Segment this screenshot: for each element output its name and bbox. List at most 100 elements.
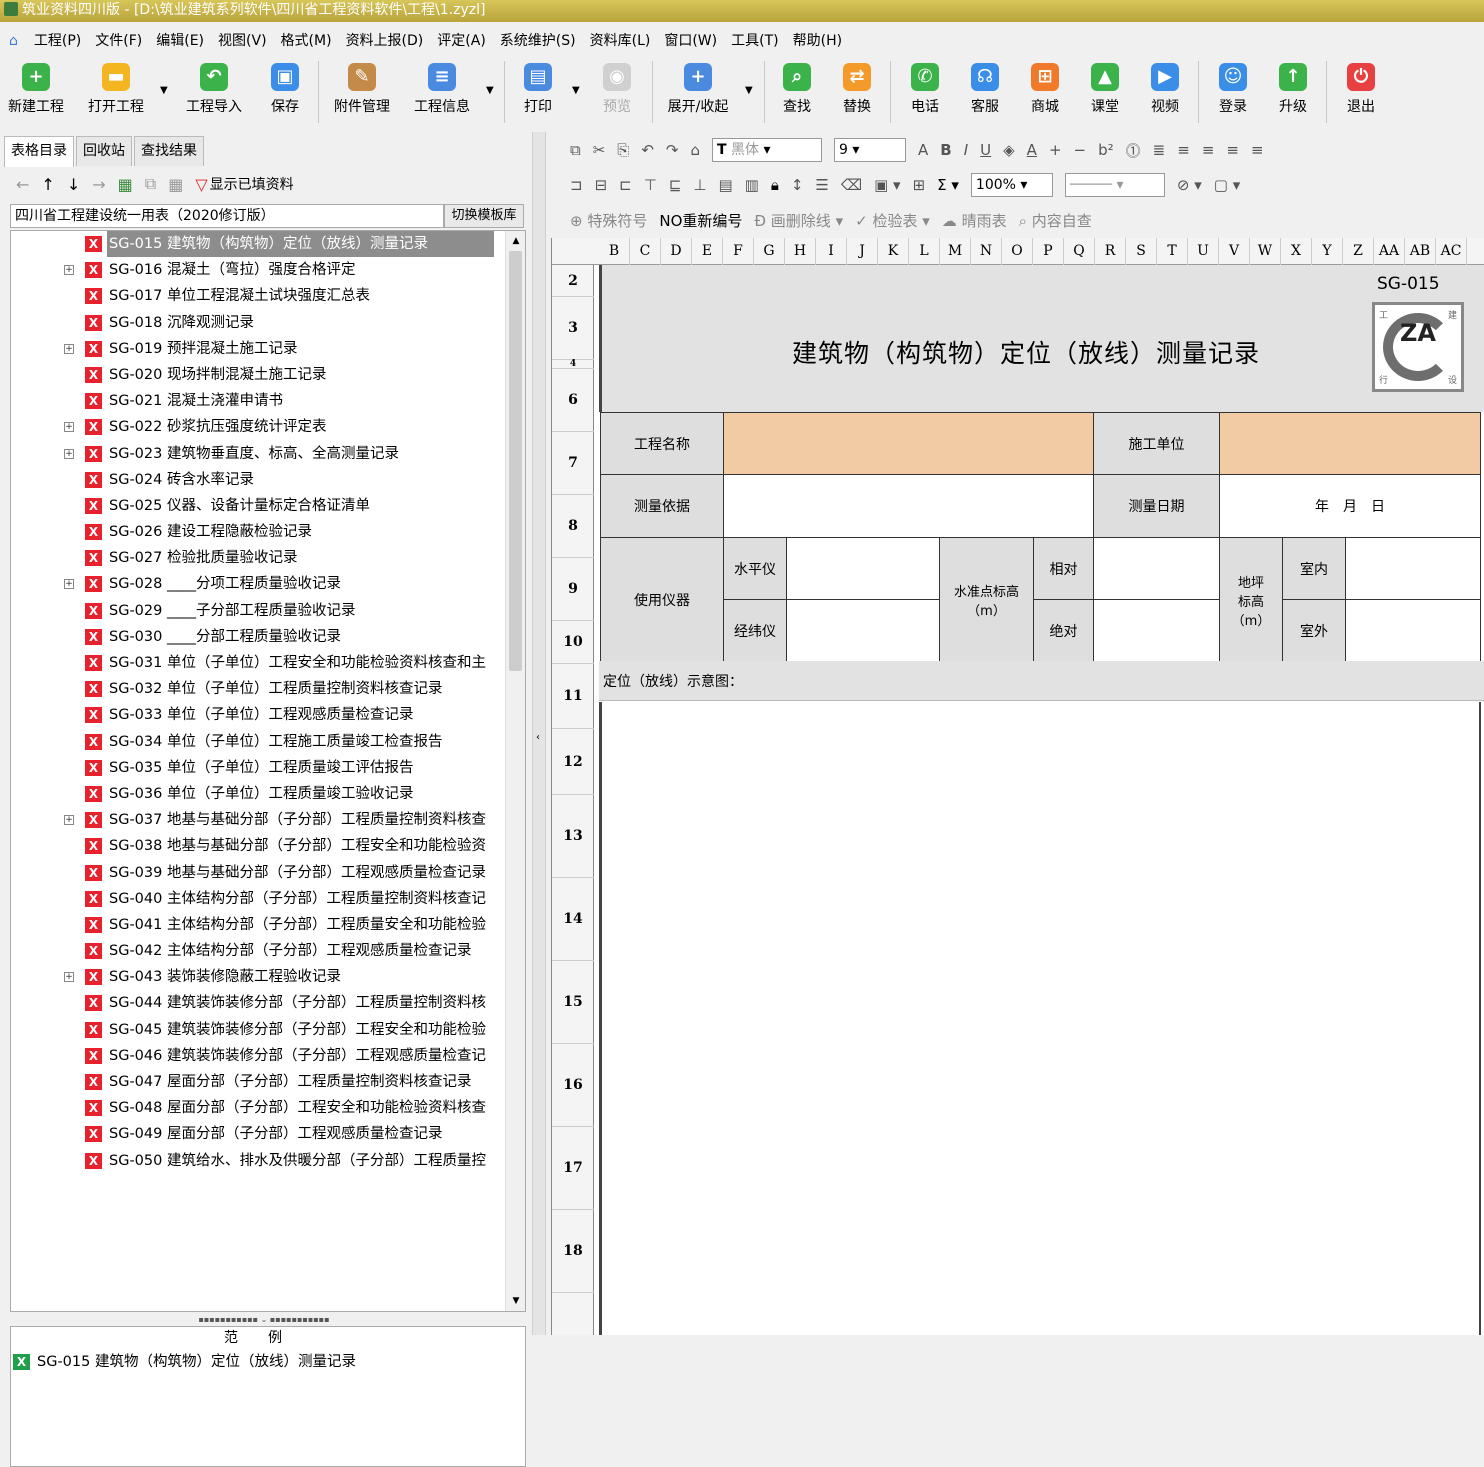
column-header[interactable]: B: [599, 238, 630, 265]
box-icon[interactable]: ▢ ▾: [1214, 176, 1240, 194]
copy-icon[interactable]: ⧉: [570, 141, 581, 159]
row-header[interactable]: 11: [552, 664, 594, 729]
align-center-icon[interactable]: ≡: [1202, 141, 1215, 159]
import-project-button[interactable]: ↶ 工程导入: [182, 55, 246, 127]
exit-button[interactable]: ⏻ 退出: [1338, 55, 1384, 127]
tree-item[interactable]: X SG-030 ____分部工程质量验收记录: [11, 624, 505, 650]
remove-icon[interactable]: −: [1074, 141, 1087, 159]
show-filled-toggle[interactable]: 显示已填资料: [210, 174, 294, 194]
self-check-button[interactable]: ⌕ 内容自查: [1019, 210, 1092, 231]
row-header[interactable]: 7: [552, 432, 594, 495]
indent-icon[interactable]: ⊐: [570, 176, 583, 194]
bold-icon[interactable]: B: [940, 141, 951, 159]
row-header[interactable]: 4: [552, 360, 594, 369]
tree-item[interactable]: + X SG-019 预拌混凝土施工记录: [11, 336, 505, 362]
tree-item[interactable]: X SG-029 ____子分部工程质量验收记录: [11, 598, 505, 624]
tree-item[interactable]: X SG-050 建筑给水、排水及供暖分部（子分部）工程质量控: [11, 1148, 505, 1174]
diagram-area[interactable]: [599, 702, 1481, 1335]
special-symbol-button[interactable]: ⊕ 特殊符号: [570, 210, 647, 231]
row-header[interactable]: 3: [552, 297, 594, 360]
column-header[interactable]: U: [1188, 238, 1219, 265]
tree-item[interactable]: X SG-042 主体结构分部（子分部）工程观感质量检查记录: [11, 938, 505, 964]
row-header[interactable]: 17: [552, 1127, 594, 1210]
home-icon[interactable]: ⌂: [2, 29, 25, 53]
scroll-thumb[interactable]: [509, 251, 522, 671]
line-spacing-icon[interactable]: ↕: [791, 176, 804, 194]
column-header[interactable]: N: [971, 238, 1002, 265]
expand-icon[interactable]: +: [64, 972, 74, 983]
attachments-button[interactable]: ✎ 附件管理: [330, 55, 394, 127]
project-info-button[interactable]: ≡ 工程信息: [410, 55, 474, 127]
center-icon[interactable]: ⊥: [693, 176, 706, 194]
row-header[interactable]: 9: [552, 558, 594, 621]
tree-item[interactable]: + X SG-023 建筑物垂直度、标高、全高测量记录: [11, 441, 505, 467]
column-header[interactable]: H: [785, 238, 816, 265]
column-header[interactable]: AB: [1405, 238, 1436, 265]
align-left-icon[interactable]: ≡: [1177, 141, 1190, 159]
tree-item[interactable]: X SG-039 地基与基础分部（子分部）工程观感质量检查记录: [11, 860, 505, 886]
tree-item[interactable]: X SG-041 主体结构分部（子分部）工程质量安全和功能检验: [11, 912, 505, 938]
merge-icon[interactable]: ⊟: [595, 176, 608, 194]
tree-item[interactable]: + X SG-037 地基与基础分部（子分部）工程质量控制资料核查: [11, 807, 505, 833]
column-header[interactable]: C: [630, 238, 661, 265]
login-button[interactable]: ☺ 登录: [1210, 55, 1256, 127]
mall-button[interactable]: ⊞ 商城: [1022, 55, 1068, 127]
font-color-icon[interactable]: A: [1027, 141, 1037, 159]
cut-icon[interactable]: ✂: [593, 141, 606, 159]
column-header[interactable]: L: [909, 238, 940, 265]
redo-icon[interactable]: ↷: [666, 141, 679, 159]
row-header[interactable]: 18: [552, 1210, 594, 1293]
row-header[interactable]: 14: [552, 878, 594, 961]
zoom-select[interactable]: 100% ▾: [970, 173, 1053, 197]
tab-recycle[interactable]: 回收站: [76, 136, 132, 166]
column-header[interactable]: V: [1219, 238, 1250, 265]
column-header[interactable]: Y: [1312, 238, 1343, 265]
format-painter-icon[interactable]: ⌂: [690, 141, 700, 159]
tree-item[interactable]: + X SG-022 砂浆抗压强度统计评定表: [11, 414, 505, 440]
tree-item[interactable]: X SG-033 单位（子单位）工程观感质量检查记录: [11, 702, 505, 728]
open-dropdown-icon[interactable]: ▼: [160, 85, 168, 96]
menu-help[interactable]: 帮助(H): [786, 29, 849, 53]
replace-button[interactable]: ⇄ 替换: [834, 55, 880, 127]
service-button[interactable]: ☊ 客服: [962, 55, 1008, 127]
row-header[interactable]: 2: [552, 265, 594, 297]
align-justify-icon[interactable]: ≡: [1251, 141, 1264, 159]
tree-item[interactable]: X SG-049 屋面分部（子分部）工程观感质量检查记录: [11, 1121, 505, 1147]
column-header[interactable]: O: [1002, 238, 1033, 265]
column-header[interactable]: Z: [1343, 238, 1374, 265]
column-header[interactable]: K: [878, 238, 909, 265]
inspection-button[interactable]: ✓ 检验表 ▾: [855, 210, 930, 231]
menu-report[interactable]: 资料上报(D): [339, 29, 431, 53]
column-header[interactable]: AA: [1374, 238, 1405, 265]
indoor-field[interactable]: [1345, 537, 1481, 600]
sum-icon[interactable]: Σ ▾: [937, 176, 959, 194]
tree-item[interactable]: X SG-020 现场拌制混凝土施工记录: [11, 362, 505, 388]
filter-icon[interactable]: ▽: [195, 175, 207, 194]
absolute-field[interactable]: [1093, 599, 1220, 663]
tree-item[interactable]: + X SG-028 ____分项工程质量验收记录: [11, 571, 505, 597]
menu-system[interactable]: 系统维护(S): [493, 29, 583, 53]
weather-button[interactable]: ☁ 晴雨表: [942, 210, 1007, 231]
tree-item[interactable]: X SG-026 建设工程隐蔽检验记录: [11, 519, 505, 545]
level-field[interactable]: [786, 537, 940, 600]
column-header[interactable]: AC: [1436, 238, 1467, 265]
grid-icon[interactable]: ▦: [168, 175, 183, 194]
list-icon[interactable]: ☰: [815, 176, 828, 194]
panel-splitter[interactable]: ▪▪▪▪▪▪▪▪▪▪▪ ⌄ ▪▪▪▪▪▪▪▪▪▪▪: [164, 1316, 364, 1324]
tree-item[interactable]: X SG-024 砖含水率记录: [11, 467, 505, 493]
scroll-down-icon[interactable]: ▼: [508, 1293, 524, 1309]
column-header[interactable]: R: [1095, 238, 1126, 265]
fill-color-icon[interactable]: ◈: [1003, 141, 1015, 159]
menu-file[interactable]: 文件(F): [88, 29, 149, 53]
project-name-field[interactable]: [723, 412, 1094, 475]
tree-item[interactable]: X SG-036 单位（子单位）工程质量竣工验收记录: [11, 781, 505, 807]
tree-item[interactable]: X SG-032 单位（子单位）工程质量控制资料核查记录: [11, 676, 505, 702]
column-header[interactable]: T: [1157, 238, 1188, 265]
lock-icon[interactable]: 🔒︎: [771, 176, 779, 194]
switch-template-button[interactable]: 切换模板库: [444, 204, 524, 228]
tree-item[interactable]: X SG-040 主体结构分部（子分部）工程质量控制资料核查记: [11, 886, 505, 912]
tree-item[interactable]: + X SG-043 装饰装修隐蔽工程验收记录: [11, 964, 505, 990]
back-arrow-icon[interactable]: ←: [16, 175, 29, 194]
row-header[interactable]: 13: [552, 795, 594, 878]
strikethrough-button[interactable]: Ð 画删除线 ▾: [754, 210, 843, 231]
